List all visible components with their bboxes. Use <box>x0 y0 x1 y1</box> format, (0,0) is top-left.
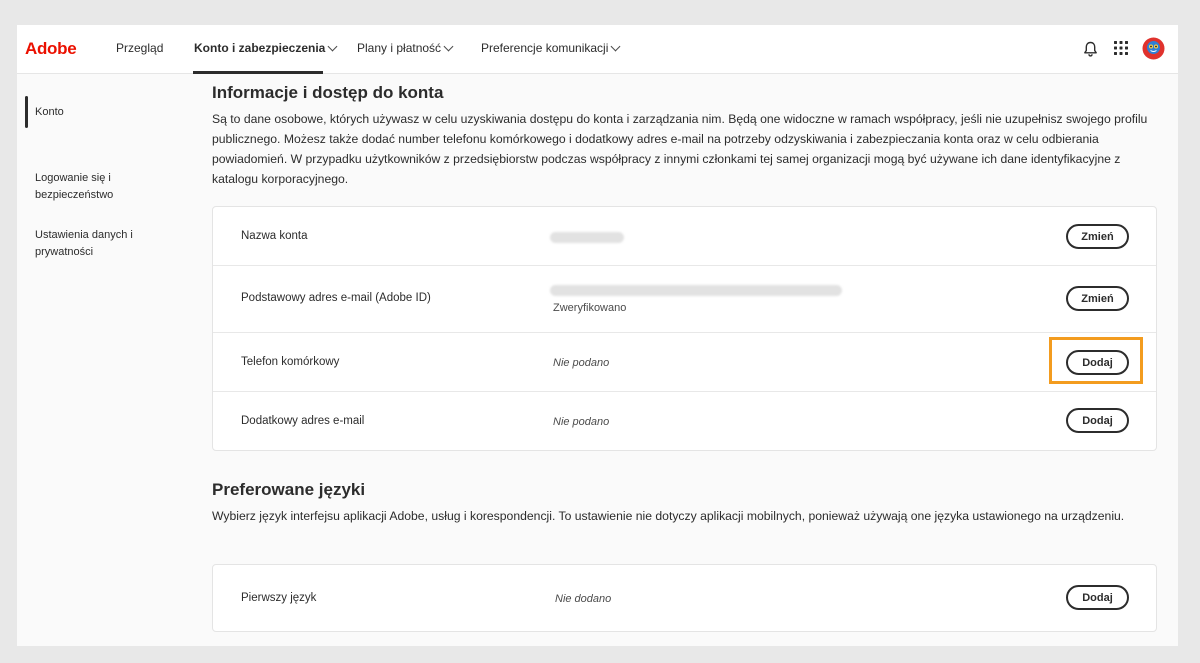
primary-email-row: Podstawowy adres e-mail (Adobe ID) Zwery… <box>213 266 1156 333</box>
change-primary-email-button[interactable]: Zmień <box>1066 286 1129 311</box>
nav-tab-overview-label: Przegląd <box>116 41 164 55</box>
bell-icon[interactable] <box>1083 41 1098 57</box>
language-section-description: Wybierz język interfejsu aplikacji Adobe… <box>212 509 1125 523</box>
nav-tab-plans-payment[interactable]: Plany i płatność <box>357 41 454 55</box>
avatar[interactable] <box>1142 37 1165 60</box>
nav-tab-plans-payment-label: Plany i płatność <box>357 41 442 55</box>
change-account-name-button[interactable]: Zmień <box>1066 224 1129 249</box>
nav-tab-communication-preferences[interactable]: Preferencje komunikacji <box>481 41 621 55</box>
nav-tab-account-security[interactable]: Konto i zabezpieczenia <box>194 41 338 55</box>
sidebar-item-sign-in-security[interactable]: Logowanie się i bezpieczeństwo <box>35 170 175 204</box>
chevron-down-icon <box>610 41 621 51</box>
chevron-down-icon <box>327 41 338 51</box>
mobile-phone-value: Nie podano <box>553 357 610 369</box>
account-section-description: Są to dane osobowe, których używasz w ce… <box>212 112 1148 186</box>
first-language-value: Nie dodano <box>555 593 612 605</box>
add-secondary-email-button[interactable]: Dodaj <box>1066 408 1129 433</box>
nav-tab-overview[interactable]: Przegląd <box>116 41 163 55</box>
account-name-label: Nazwa konta <box>241 230 308 242</box>
account-name-row: Nazwa konta Zmień <box>213 207 1156 266</box>
app-grid-icon[interactable] <box>1114 41 1128 55</box>
account-name-value-redacted <box>550 232 624 243</box>
highlight-frame <box>1049 337 1143 384</box>
first-language-row: Pierwszy język Nie dodano Dodaj <box>213 565 1156 631</box>
active-tab-indicator <box>193 71 323 74</box>
adobe-logo[interactable]: Adobe <box>25 39 77 59</box>
secondary-email-row: Dodatkowy adres e-mail Nie podano Dodaj <box>213 392 1156 450</box>
nav-tab-account-security-label: Konto i zabezpieczenia <box>194 41 326 55</box>
secondary-email-label: Dodatkowy adres e-mail <box>241 415 365 427</box>
top-navigation-bar: Adobe Przegląd Konto i zabezpieczenia Pl… <box>17 25 1178 74</box>
add-first-language-button[interactable]: Dodaj <box>1066 585 1129 610</box>
email-verified-status: Zweryfikowano <box>553 302 627 314</box>
account-section-title: Informacje i dostęp do konta <box>212 83 444 102</box>
account-info-card: Nazwa konta Zmień Podstawowy adres e-mai… <box>212 206 1157 451</box>
chevron-down-icon <box>443 41 454 51</box>
app-frame: Adobe Przegląd Konto i zabezpieczenia Pl… <box>17 25 1178 646</box>
language-card: Pierwszy język Nie dodano Dodaj <box>212 564 1157 632</box>
mobile-phone-label: Telefon komórkowy <box>241 356 340 368</box>
sidebar-item-account[interactable]: Konto <box>35 104 175 121</box>
language-section-title: Preferowane języki <box>212 480 366 499</box>
sidebar-active-indicator <box>25 96 28 128</box>
primary-email-value-redacted <box>550 285 842 296</box>
first-language-label: Pierwszy język <box>241 592 317 604</box>
nav-tab-communication-preferences-label: Preferencje komunikacji <box>481 41 609 55</box>
mobile-phone-row: Telefon komórkowy Nie podano Dodaj <box>213 333 1156 392</box>
primary-email-label: Podstawowy adres e-mail (Adobe ID) <box>241 292 431 304</box>
sidebar-item-data-privacy[interactable]: Ustawienia danych i prywatności <box>35 227 175 261</box>
secondary-email-value: Nie podano <box>553 416 610 428</box>
